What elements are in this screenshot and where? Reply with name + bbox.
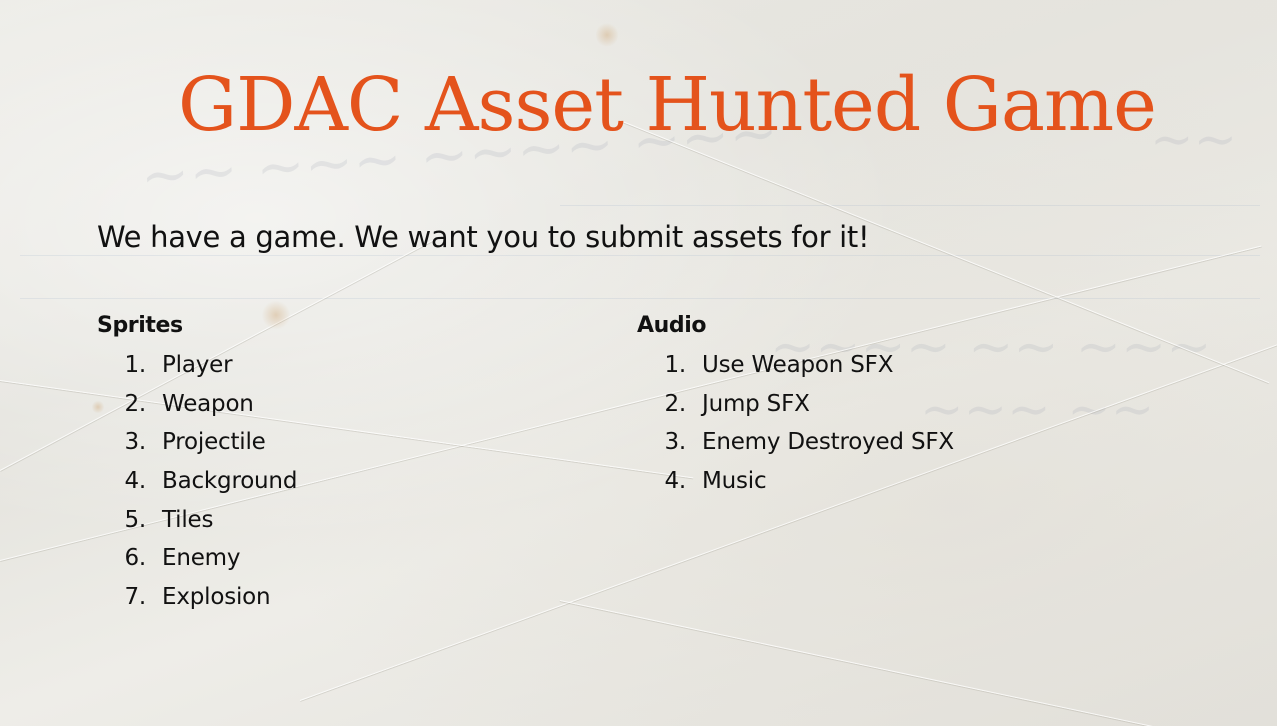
list-item-label: Use Weapon SFX xyxy=(702,352,894,378)
list-item-number: 7. xyxy=(124,584,146,611)
list-item-label: Enemy xyxy=(162,545,241,572)
list-item: 4. Background xyxy=(97,462,297,501)
list-item: 1. Use Weapon SFX xyxy=(637,346,893,385)
slide-subtitle: We have a game. We want you to submit as… xyxy=(97,220,870,254)
list-item-number: 1. xyxy=(124,352,146,378)
paper-stain xyxy=(596,22,618,48)
list-item-label: Player xyxy=(162,352,233,378)
faint-ruled-line xyxy=(560,205,1260,206)
list-item-number: 3. xyxy=(664,429,686,456)
list-item: 6. Enemy xyxy=(97,539,240,578)
list-item-number: 2. xyxy=(124,390,146,417)
list-item: 5. Tiles xyxy=(97,501,213,540)
list-item-number: 3. xyxy=(124,429,146,456)
list-item: 3. Projectile xyxy=(97,423,265,462)
faint-ruled-line xyxy=(20,298,1260,299)
list-item-number: 1. xyxy=(664,352,686,378)
list-item-number: 6. xyxy=(124,545,146,572)
paper-stain xyxy=(262,300,290,330)
list-item-number: 2. xyxy=(664,390,686,417)
list-item-number: 4. xyxy=(664,468,686,495)
audio-heading: Audio xyxy=(637,313,707,338)
ghost-handwriting: ∼∼ xyxy=(1150,110,1238,170)
list-item-label: Jump SFX xyxy=(702,390,810,417)
audio-list: 1. Use Weapon SFX 2. Jump SFX 3. Enemy D… xyxy=(637,346,954,501)
slide-title: GDAC Asset Hunted Game xyxy=(178,62,1157,148)
sprites-heading: Sprites xyxy=(97,313,183,338)
list-item-number: 5. xyxy=(124,506,146,533)
audio-section: Audio 1. Use Weapon SFX 2. Jump SFX 3. E… xyxy=(637,310,954,501)
paper-crease xyxy=(559,600,1265,726)
list-item-label: Projectile xyxy=(162,429,266,456)
list-item: 4. Music xyxy=(637,462,766,501)
list-item-label: Background xyxy=(162,468,298,495)
list-item-label: Explosion xyxy=(162,584,271,611)
slide: ∼∼ ∼∼∼ ∼∼∼∼ ∼∼∼ ∼∼∼∼ ∼∼ ∼∼∼ ∼∼∼ ∼∼ ∼∼ GD… xyxy=(0,0,1277,726)
list-item: 1. Player xyxy=(97,346,232,385)
list-item-label: Weapon xyxy=(162,390,254,417)
sprites-list: 1. Player 2. Weapon 3. Projectile 4. Bac… xyxy=(97,346,297,617)
list-item-label: Enemy Destroyed SFX xyxy=(702,429,954,456)
list-item: 2. Jump SFX xyxy=(637,385,809,424)
list-item: 3. Enemy Destroyed SFX xyxy=(637,423,954,462)
faint-ruled-line xyxy=(20,255,1260,256)
list-item: 2. Weapon xyxy=(97,385,253,424)
list-item: 7. Explosion xyxy=(97,578,270,617)
list-item-label: Music xyxy=(702,468,767,495)
list-item-label: Tiles xyxy=(162,506,214,533)
sprites-section: Sprites 1. Player 2. Weapon 3. Projectil… xyxy=(97,310,297,617)
list-item-number: 4. xyxy=(124,468,146,495)
